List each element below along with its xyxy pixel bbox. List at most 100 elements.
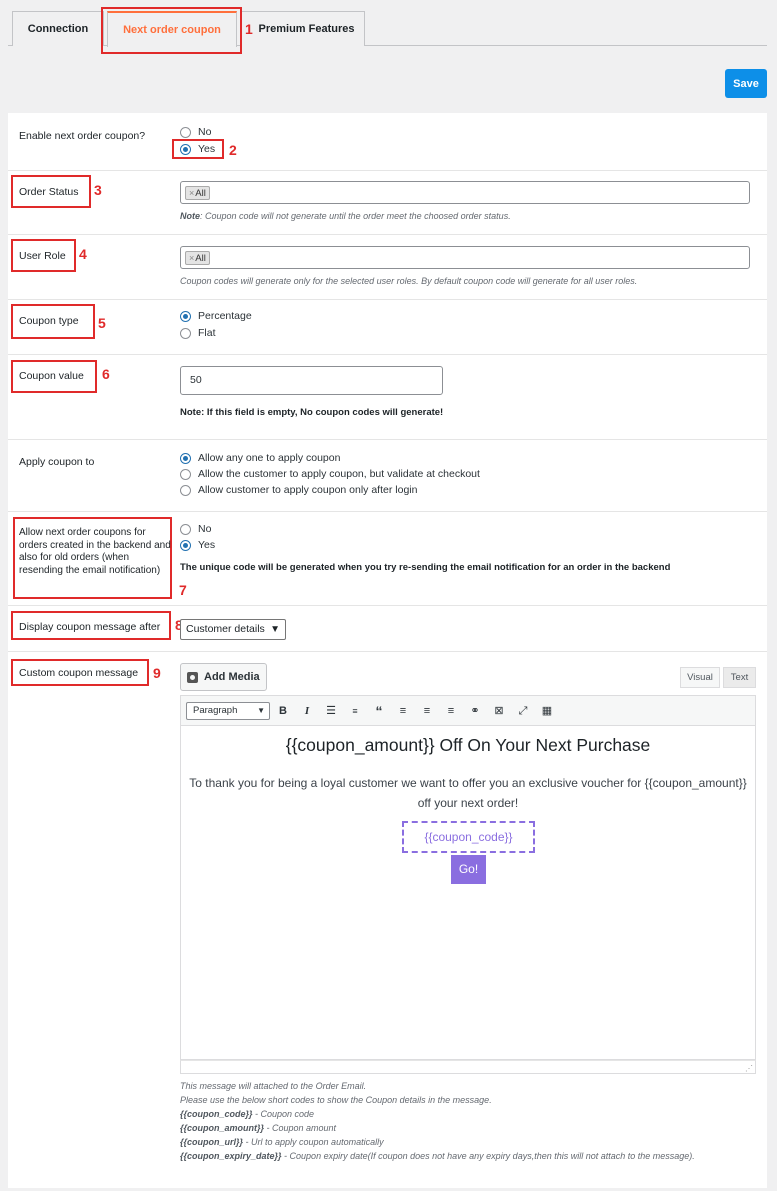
coupon-type-label: Coupon type bbox=[19, 315, 79, 327]
custom-message-label: Custom coupon message bbox=[19, 667, 139, 679]
align-right-icon[interactable]: ≡ bbox=[443, 703, 459, 719]
tab-next-order-coupon[interactable]: Next order coupon bbox=[107, 11, 237, 47]
radio-icon bbox=[180, 327, 191, 339]
annotation-number: 6 bbox=[102, 366, 110, 382]
tab-visual[interactable]: Visual bbox=[680, 667, 720, 688]
user-role-select[interactable]: ×All bbox=[180, 246, 750, 269]
toolbar-toggle-icon[interactable]: ▦ bbox=[539, 703, 555, 719]
annotation-number: 3 bbox=[94, 182, 102, 198]
shortcode-desc: - Coupon amount bbox=[264, 1123, 337, 1133]
row-divider bbox=[8, 439, 767, 440]
row-divider bbox=[8, 605, 767, 606]
radio-icon bbox=[180, 484, 191, 496]
user-role-note: Coupon codes will generate only for the … bbox=[180, 276, 638, 286]
radio-label: Flat bbox=[198, 327, 216, 339]
backend-yes-radio[interactable]: Yes bbox=[180, 539, 215, 551]
radio-label: Allow customer to apply coupon only afte… bbox=[198, 484, 418, 496]
help-code-line: {{coupon_url}} - Url to apply coupon aut… bbox=[180, 1135, 740, 1149]
annotation-number: 7 bbox=[179, 582, 187, 598]
annotation-number: 2 bbox=[229, 142, 237, 158]
chevron-down-icon: ▼ bbox=[270, 624, 280, 635]
row-divider bbox=[8, 299, 767, 300]
go-button[interactable]: Go! bbox=[451, 855, 486, 884]
select-value: Paragraph bbox=[193, 705, 238, 716]
radio-icon bbox=[180, 452, 191, 464]
shortcode: {{coupon_amount}} bbox=[180, 1123, 265, 1133]
row-divider bbox=[8, 511, 767, 512]
apply-coupon-label: Apply coupon to bbox=[19, 456, 95, 468]
row-divider bbox=[8, 170, 767, 171]
display-after-label: Display coupon message after bbox=[19, 621, 161, 633]
editor-resize-bar[interactable]: ⋰ bbox=[180, 1060, 756, 1074]
numbered-list-icon[interactable]: ≡ bbox=[347, 703, 363, 719]
align-left-icon[interactable]: ≡ bbox=[395, 703, 411, 719]
coupon-value-input[interactable]: 50 bbox=[180, 366, 443, 395]
order-status-chip[interactable]: ×All bbox=[185, 186, 210, 200]
shortcode-desc: - Coupon code bbox=[252, 1109, 315, 1119]
remove-icon[interactable]: × bbox=[189, 188, 194, 198]
radio-icon bbox=[180, 126, 191, 138]
radio-icon bbox=[180, 143, 191, 155]
coupon-type-percentage-radio[interactable]: Percentage bbox=[180, 310, 252, 322]
radio-label: No bbox=[198, 126, 212, 138]
coupon-type-flat-radio[interactable]: Flat bbox=[180, 327, 216, 339]
format-select[interactable]: Paragraph ▼ bbox=[186, 702, 270, 720]
tab-premium-features[interactable]: Premium Features bbox=[240, 11, 365, 46]
radio-icon bbox=[180, 539, 191, 551]
button-label: Add Media bbox=[204, 671, 260, 683]
italic-icon[interactable]: I bbox=[299, 703, 315, 719]
remove-icon[interactable]: × bbox=[189, 253, 194, 263]
display-after-select[interactable]: Customer details ▼ bbox=[180, 619, 286, 640]
link-icon[interactable]: ⚭ bbox=[467, 703, 483, 719]
align-center-icon[interactable]: ≡ bbox=[419, 703, 435, 719]
shortcode: {{coupon_expiry_date}} bbox=[180, 1151, 282, 1161]
user-role-label: User Role bbox=[19, 250, 66, 262]
annotation-number: 5 bbox=[98, 315, 106, 331]
enable-yes-radio[interactable]: Yes bbox=[180, 143, 215, 155]
backend-orders-note: The unique code will be generated when y… bbox=[180, 562, 671, 573]
apply-login-radio[interactable]: Allow customer to apply coupon only afte… bbox=[180, 484, 417, 496]
save-button[interactable]: Save bbox=[725, 69, 767, 98]
help-code-line: {{coupon_code}} - Coupon code bbox=[180, 1107, 740, 1121]
add-media-button[interactable]: Add Media bbox=[180, 663, 267, 691]
help-line: Please use the below short codes to show… bbox=[180, 1095, 492, 1105]
shortcode: {{coupon_url}} bbox=[180, 1137, 244, 1147]
shortcode: {{coupon_code}} bbox=[180, 1109, 253, 1119]
coupon-value-note: Note: If this field is empty, No coupon … bbox=[180, 407, 444, 418]
help-code-line: {{coupon_expiry_date}} - Coupon expiry d… bbox=[180, 1149, 740, 1163]
select-value: Customer details bbox=[186, 623, 265, 635]
unlink-icon[interactable]: ⊠ bbox=[491, 703, 507, 719]
enable-no-radio[interactable]: No bbox=[180, 126, 211, 138]
order-status-select[interactable]: ×All bbox=[180, 181, 750, 204]
bold-icon[interactable]: B bbox=[275, 703, 291, 719]
radio-icon bbox=[180, 468, 191, 480]
backend-no-radio[interactable]: No bbox=[180, 523, 211, 535]
blockquote-icon[interactable]: “ bbox=[371, 703, 387, 719]
annotation-number: 9 bbox=[153, 665, 161, 681]
chip-label: All bbox=[195, 253, 206, 264]
radio-label: Yes bbox=[198, 539, 216, 551]
fullscreen-icon[interactable]: ⤢ bbox=[515, 703, 531, 719]
editor-toolbar: Paragraph ▼ B I ☰ ≡ “ ≡ ≡ ≡ ⚭ ⊠ ⤢ ▦ bbox=[180, 695, 756, 726]
bullet-list-icon[interactable]: ☰ bbox=[323, 703, 339, 719]
apply-validate-radio[interactable]: Allow the customer to apply coupon, but … bbox=[180, 468, 480, 480]
row-divider bbox=[8, 354, 767, 355]
tab-label: Connection bbox=[27, 23, 89, 35]
note-prefix: Note bbox=[180, 211, 200, 221]
tab-text[interactable]: Text bbox=[723, 667, 756, 688]
radio-label: Allow the customer to apply coupon, but … bbox=[198, 468, 480, 480]
shortcode-desc: - Url to apply coupon automatically bbox=[243, 1137, 384, 1147]
editor-content[interactable]: {{coupon_amount}} Off On Your Next Purch… bbox=[180, 726, 756, 1060]
radio-icon bbox=[180, 310, 191, 322]
coupon-code-box: {{coupon_code}} bbox=[402, 821, 535, 853]
row-divider bbox=[8, 651, 767, 652]
note-text: : Coupon code will not generate until th… bbox=[200, 211, 511, 221]
radio-icon bbox=[180, 523, 191, 535]
tab-connection[interactable]: Connection bbox=[12, 11, 104, 46]
apply-any-radio[interactable]: Allow any one to apply coupon bbox=[180, 452, 340, 464]
resize-handle-icon[interactable]: ⋰ bbox=[745, 1064, 753, 1073]
shortcode-desc: - Coupon expiry date(If coupon does not … bbox=[281, 1151, 695, 1161]
coupon-value-label: Coupon value bbox=[19, 370, 84, 382]
user-role-chip[interactable]: ×All bbox=[185, 251, 210, 265]
radio-label: No bbox=[198, 523, 212, 535]
